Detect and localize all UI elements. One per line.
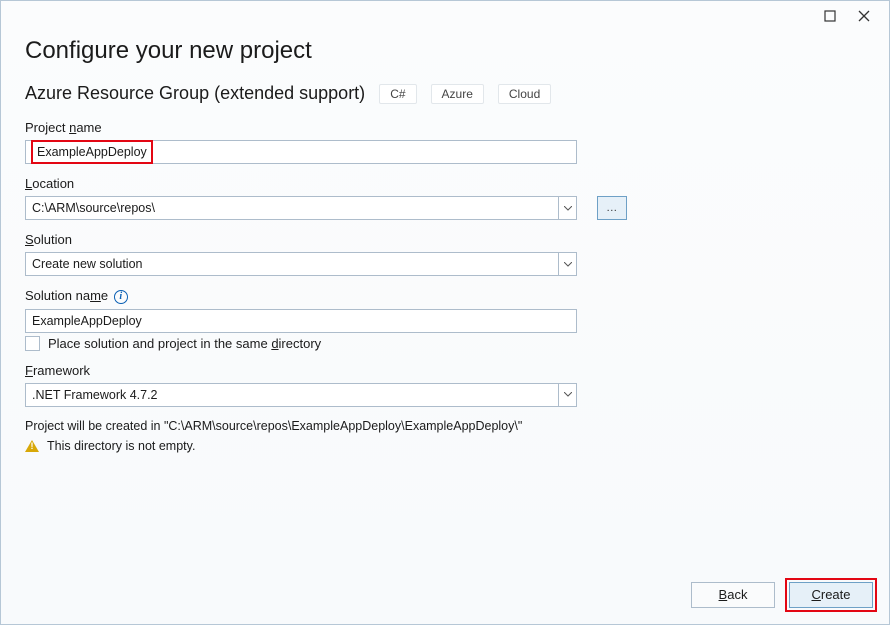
location-label: Location xyxy=(25,176,865,191)
chip-cloud: Cloud xyxy=(498,84,551,104)
info-icon[interactable]: i xyxy=(114,290,128,304)
dialog-window: Configure your new project Azure Resourc… xyxy=(0,0,890,625)
location-group: Location C:\ARM\source\repos\ ... xyxy=(25,176,865,220)
browse-button[interactable]: ... xyxy=(597,196,627,220)
framework-label: Framework xyxy=(25,363,865,378)
creation-path-text: Project will be created in "C:\ARM\sourc… xyxy=(25,419,865,433)
project-name-group: Project name ExampleAppDeploy xyxy=(25,120,865,164)
back-button[interactable]: Back xyxy=(691,582,775,608)
maximize-icon[interactable] xyxy=(823,9,837,23)
chip-csharp: C# xyxy=(379,84,416,104)
dialog-footer: Back Create xyxy=(1,572,889,624)
solution-group: Solution Create new solution xyxy=(25,232,865,276)
page-title: Configure your new project xyxy=(25,37,865,65)
dialog-content: Configure your new project Azure Resourc… xyxy=(1,31,889,572)
solution-value: Create new solution xyxy=(26,253,558,275)
project-name-input[interactable]: ExampleAppDeploy xyxy=(25,140,577,164)
same-directory-row: Place solution and project in the same d… xyxy=(25,336,865,351)
solution-name-input[interactable]: ExampleAppDeploy xyxy=(25,309,577,333)
chevron-down-icon[interactable] xyxy=(558,253,576,275)
template-row: Azure Resource Group (extended support) … xyxy=(25,83,865,104)
template-name: Azure Resource Group (extended support) xyxy=(25,83,365,104)
framework-group: Framework .NET Framework 4.7.2 xyxy=(25,363,865,407)
warning-text: This directory is not empty. xyxy=(47,439,195,453)
same-directory-label: Place solution and project in the same d… xyxy=(48,336,321,351)
chevron-down-icon[interactable] xyxy=(558,197,576,219)
solution-name-value: ExampleAppDeploy xyxy=(32,314,142,328)
solution-name-group: Solution name i ExampleAppDeploy Place s… xyxy=(25,288,865,351)
framework-combo[interactable]: .NET Framework 4.7.2 xyxy=(25,383,577,407)
chevron-down-icon[interactable] xyxy=(558,384,576,406)
location-combo[interactable]: C:\ARM\source\repos\ xyxy=(25,196,577,220)
location-value: C:\ARM\source\repos\ xyxy=(26,197,558,219)
same-directory-checkbox[interactable] xyxy=(25,336,40,351)
solution-label: Solution xyxy=(25,232,865,247)
chip-azure: Azure xyxy=(431,84,484,104)
project-name-value: ExampleAppDeploy xyxy=(31,140,153,164)
titlebar xyxy=(1,1,889,31)
project-name-label: Project name xyxy=(25,120,865,135)
framework-value: .NET Framework 4.7.2 xyxy=(26,384,558,406)
close-icon[interactable] xyxy=(857,9,871,23)
warning-row: This directory is not empty. xyxy=(25,439,865,453)
warning-icon xyxy=(25,440,39,452)
solution-combo[interactable]: Create new solution xyxy=(25,252,577,276)
solution-name-label: Solution name i xyxy=(25,288,865,304)
create-button[interactable]: Create xyxy=(789,582,873,608)
create-button-highlight: Create xyxy=(785,578,877,612)
